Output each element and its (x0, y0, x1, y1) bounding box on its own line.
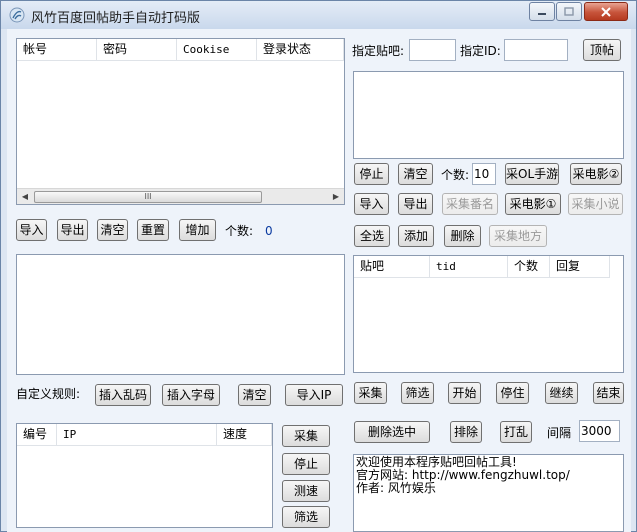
account-count-label: 个数: (225, 224, 254, 238)
exclude-button[interactable]: 排除 (450, 421, 482, 443)
target-bar-label: 指定贴吧: (352, 44, 405, 58)
collect-run-button[interactable]: 采集 (354, 382, 387, 404)
scroll-left-icon[interactable]: ◀ (17, 189, 33, 205)
horizontal-scrollbar[interactable]: ◀ III ▶ (17, 188, 344, 204)
insert-char-button[interactable]: 插入字母 (162, 384, 220, 406)
delete-selected-button[interactable]: 删除选中 (354, 421, 430, 443)
collect-movie1-button[interactable]: 采电影① (505, 193, 561, 215)
pause-button[interactable]: 停住 (496, 382, 529, 404)
column-tieba[interactable]: 贴吧 (354, 256, 430, 278)
import-accounts-button[interactable]: 导入 (16, 219, 47, 241)
stop-collect-button[interactable]: 停止 (354, 163, 389, 185)
collect-place-button[interactable]: 采集地方 (489, 225, 547, 247)
select-all-button[interactable]: 全选 (354, 225, 390, 247)
top-post-button[interactable]: 顶帖 (583, 39, 621, 61)
column-cookise[interactable]: Cookise (177, 39, 257, 61)
speed-test-button[interactable]: 测速 (282, 480, 330, 502)
filter-run-button[interactable]: 筛选 (401, 382, 434, 404)
column-speed[interactable]: 速度 (217, 424, 272, 446)
column-tid[interactable]: tid (430, 256, 508, 278)
target-bar-input[interactable] (409, 39, 456, 61)
column-count[interactable]: 个数 (508, 256, 550, 278)
column-login-status[interactable]: 登录状态 (257, 39, 344, 61)
window-title: 风竹百度回帖助手自动打码版 (31, 11, 201, 26)
collect-proxy-button[interactable]: 采集 (282, 425, 330, 447)
main-client-area: 帐号 密码 Cookise 登录状态 ◀ III ▶ 导入 导出 清空 重置 增… (7, 29, 631, 532)
interval-label: 间隔 (547, 426, 572, 440)
log-line: 作者: 风竹娱乐 (356, 481, 436, 495)
interval-input[interactable]: 3000 (579, 420, 620, 442)
post-table[interactable]: 贴吧 tid 个数 回复 (353, 255, 624, 373)
column-reply[interactable]: 回复 (550, 256, 610, 278)
bamboo-app-icon (9, 7, 25, 23)
column-number[interactable]: 编号 (17, 424, 57, 446)
import-collect-button[interactable]: 导入 (354, 193, 389, 215)
minimize-button[interactable] (529, 2, 555, 21)
stop-proxy-button[interactable]: 停止 (282, 453, 330, 475)
column-account[interactable]: 帐号 (17, 39, 97, 61)
filter-proxy-button[interactable]: 筛选 (282, 506, 330, 528)
close-icon (601, 6, 611, 17)
export-collect-button[interactable]: 导出 (398, 193, 433, 215)
import-ip-button[interactable]: 导入IP (285, 384, 343, 406)
shuffle-button[interactable]: 打乱 (500, 421, 532, 443)
target-id-input[interactable] (504, 39, 568, 61)
export-accounts-button[interactable]: 导出 (57, 219, 88, 241)
insert-random-button[interactable]: 插入乱码 (95, 384, 151, 406)
log-lines: 欢迎使用本程序贴吧回帖工具! 官方网站: http://www.fengzhuw… (354, 455, 623, 496)
clear-rules-button[interactable]: 清空 (238, 384, 271, 406)
clear-accounts-button[interactable]: 清空 (97, 219, 128, 241)
collect-fan-name-button[interactable]: 采集番名 (442, 193, 498, 215)
add-post-button[interactable]: 添加 (398, 225, 434, 247)
minimize-icon (538, 12, 546, 15)
scroll-thumb[interactable]: III (34, 191, 262, 203)
custom-rules-label: 自定义规则: (16, 387, 81, 401)
scroll-right-icon[interactable]: ▶ (328, 189, 344, 205)
end-button[interactable]: 结束 (593, 382, 624, 404)
maximize-icon (564, 6, 574, 16)
resume-button[interactable]: 继续 (545, 382, 578, 404)
collect-movie2-button[interactable]: 采电影② (570, 163, 622, 185)
target-id-label: 指定ID: (460, 44, 501, 58)
log-output[interactable]: 欢迎使用本程序贴吧回帖工具! 官方网站: http://www.fengzhuw… (353, 454, 624, 532)
close-button[interactable] (584, 2, 628, 21)
delete-post-button[interactable]: 删除 (444, 225, 481, 247)
column-password[interactable]: 密码 (97, 39, 177, 61)
maximize-button[interactable] (556, 2, 582, 21)
start-button[interactable]: 开始 (448, 382, 481, 404)
account-count-value: 0 (265, 224, 273, 238)
add-account-button[interactable]: 增加 (179, 219, 216, 241)
collect-novel-button[interactable]: 采集小说 (568, 193, 623, 215)
collect-count-label: 个数: (441, 168, 470, 182)
collect-count-input[interactable]: 10 (472, 163, 496, 185)
clear-collect-button[interactable]: 清空 (398, 163, 433, 185)
collect-ol-game-button[interactable]: 采OL手游 (505, 163, 559, 185)
account-table[interactable]: 帐号 密码 Cookise 登录状态 ◀ III ▶ (16, 38, 345, 205)
reply-content-textarea[interactable] (353, 71, 624, 159)
title-bar[interactable]: 风竹百度回帖助手自动打码版 (1, 1, 636, 29)
proxy-table[interactable]: 编号 IP 速度 (16, 423, 273, 528)
app-window: 风竹百度回帖助手自动打码版 帐号 密码 Cookise 登录状态 ◀ III ▶… (0, 0, 637, 532)
column-ip[interactable]: IP (57, 424, 217, 446)
custom-rules-textarea[interactable] (16, 254, 345, 375)
reset-accounts-button[interactable]: 重置 (137, 219, 169, 241)
